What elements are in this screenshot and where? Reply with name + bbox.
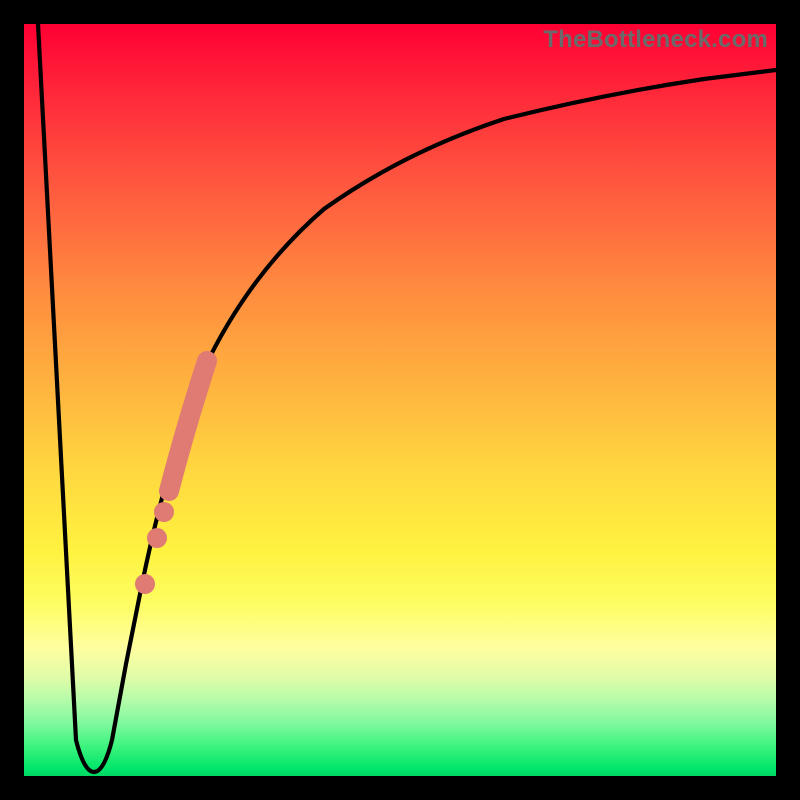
chart-plot-area: TheBottleneck.com (24, 24, 776, 776)
highlight-dot (135, 574, 155, 594)
highlight-segment (169, 361, 207, 491)
highlight-dot (147, 528, 167, 548)
highlight-dot (154, 502, 174, 522)
bottleneck-curve (38, 24, 776, 772)
chart-frame: TheBottleneck.com (0, 0, 800, 800)
chart-svg (24, 24, 776, 776)
